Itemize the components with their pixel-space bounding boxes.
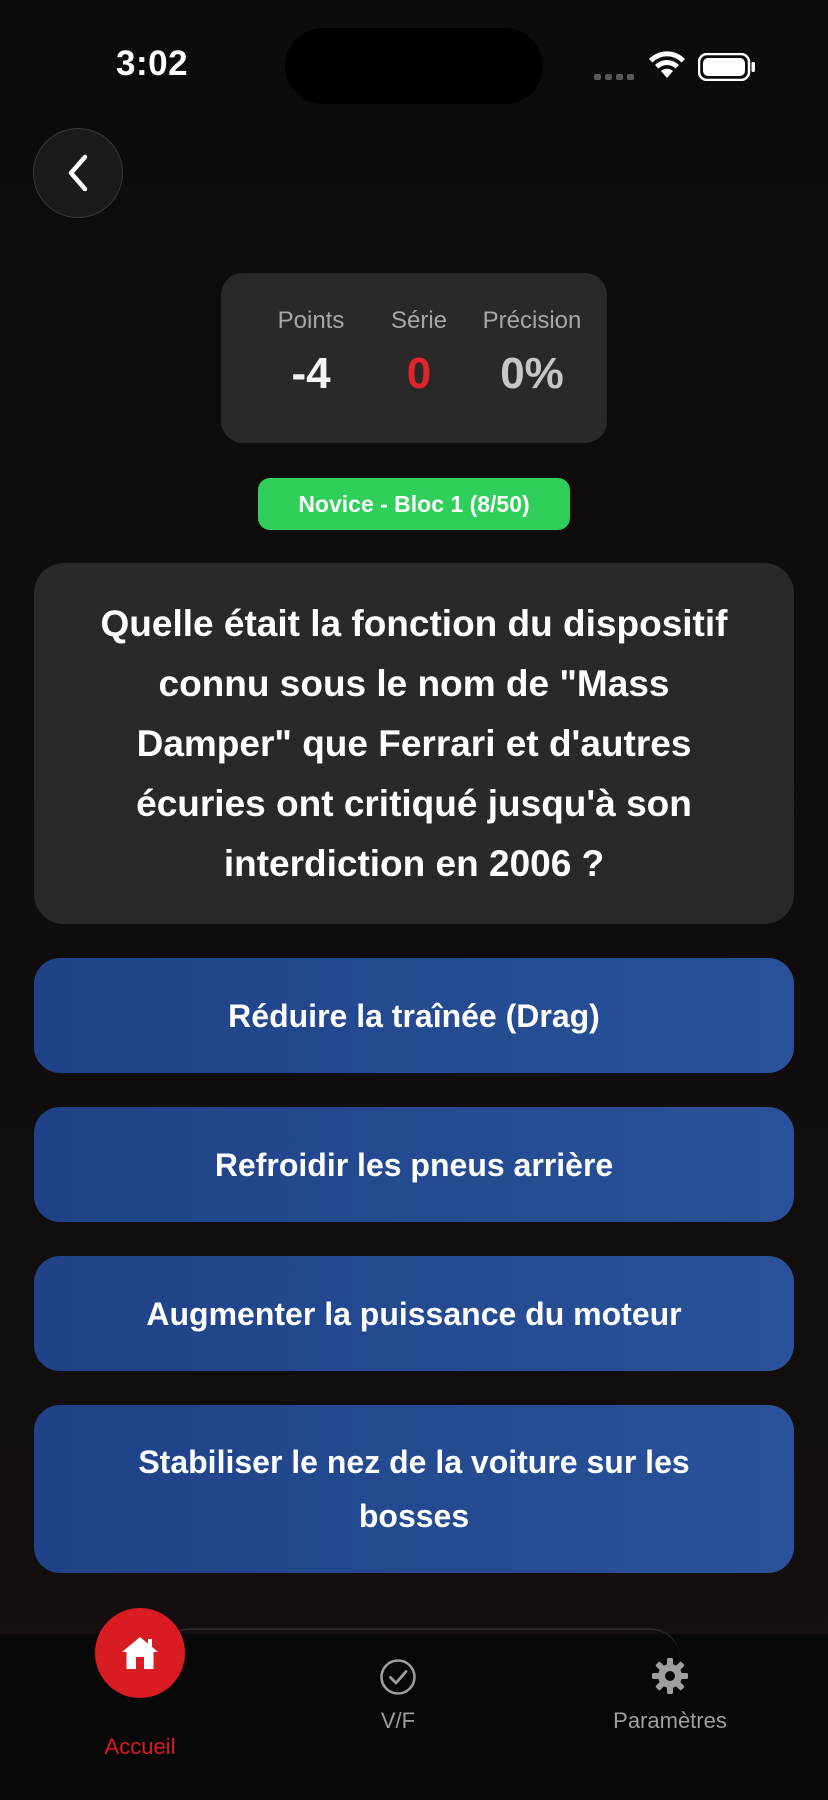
house-icon — [122, 1637, 158, 1669]
stat-points-value: -4 — [291, 349, 331, 398]
answer-option-2[interactable]: Refroidir les pneus arrière — [34, 1107, 794, 1222]
tab-bar-highlight — [160, 1628, 680, 1658]
cellular-signal-icon — [594, 74, 634, 80]
battery-icon — [698, 53, 755, 81]
answer-option-1[interactable]: Réduire la traînée (Drag) — [34, 958, 794, 1073]
gear-icon[interactable] — [651, 1657, 689, 1695]
back-button[interactable] — [33, 128, 123, 218]
tab-vf-label[interactable]: V/F — [358, 1708, 438, 1734]
answer-option-3[interactable]: Augmenter la puissance du moteur — [34, 1256, 794, 1371]
status-time: 3:02 — [116, 44, 189, 83]
question-card: Quelle était la fonction du dispositif c… — [34, 563, 794, 924]
stat-precision: Précision 0% — [459, 307, 605, 399]
tab-home-label[interactable]: Accueil — [80, 1734, 200, 1760]
question-text: Quelle était la fonction du dispositif c… — [100, 602, 728, 884]
tab-settings-label[interactable]: Paramètres — [590, 1708, 750, 1734]
answer-option-4[interactable]: Stabiliser le nez de la voiture sur les … — [34, 1405, 794, 1573]
stat-points-label: Points — [277, 307, 345, 334]
chevron-left-icon — [68, 154, 88, 192]
stat-precision-label: Précision — [482, 307, 582, 334]
tab-home-button[interactable] — [95, 1608, 185, 1698]
stats-card: Points -4 Série 0 Précision 0% — [221, 273, 607, 443]
dynamic-island — [285, 28, 543, 104]
check-circle-icon[interactable] — [379, 1658, 417, 1696]
wifi-icon — [649, 51, 685, 78]
stat-points: Points -4 — [251, 307, 371, 399]
level-badge: Novice - Bloc 1 (8/50) — [258, 478, 570, 530]
stat-precision-value: 0% — [500, 349, 564, 398]
